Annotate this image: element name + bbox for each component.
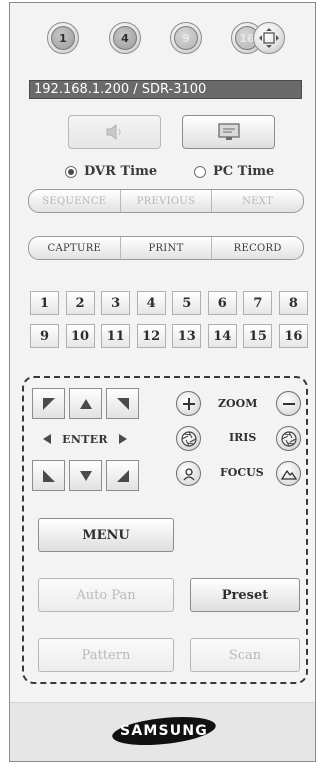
channel-button[interactable]: 10	[65, 324, 95, 348]
layout-4-button[interactable]: 4	[109, 22, 141, 54]
iris-close-button[interactable]	[276, 426, 301, 451]
pan-up-left-button[interactable]	[32, 388, 65, 419]
record-button[interactable]: RECORD	[212, 237, 303, 259]
footer: SAMSUNG	[10, 702, 315, 761]
layout-1-button[interactable]: 1	[47, 22, 79, 54]
arrow-right-icon	[118, 434, 127, 444]
pc-time-label: PC Time	[213, 164, 275, 179]
arrow-down-icon	[79, 470, 92, 481]
enter-label: ENTER	[62, 432, 108, 446]
zoom-out-button[interactable]	[276, 391, 301, 416]
channel-button[interactable]: 16	[278, 324, 308, 348]
logo-text: SAMSUNG	[120, 723, 208, 739]
layout-9-label: 9	[174, 26, 198, 50]
arrow-up-icon	[79, 398, 92, 409]
action-bar: CAPTURE PRINT RECORD	[28, 236, 304, 260]
display-button[interactable]	[182, 115, 275, 149]
audio-button[interactable]	[68, 115, 161, 149]
focus-label: FOCUS	[220, 466, 264, 479]
channel-grid: 1 2 3 4 5 6 7 8 9 10 11 12 13 14 15 16	[30, 291, 308, 357]
pan-up-right-button[interactable]	[106, 388, 139, 419]
channel-button[interactable]: 8	[278, 291, 308, 315]
enter-button[interactable]: ENTER	[32, 424, 138, 454]
focus-far-button[interactable]	[276, 461, 301, 486]
minus-icon	[282, 402, 295, 405]
zoom-in-button[interactable]	[176, 391, 201, 416]
iris-open-button[interactable]	[176, 426, 201, 451]
mountain-icon	[280, 469, 297, 480]
speaker-icon	[106, 123, 121, 141]
print-button[interactable]: PRINT	[121, 237, 213, 259]
auto-pan-button[interactable]: Auto Pan	[38, 578, 174, 612]
plus-icon	[182, 397, 195, 410]
dvr-time-label: DVR Time	[84, 164, 158, 179]
time-source-selector: DVR Time PC Time	[10, 163, 315, 181]
pc-time-radio[interactable]	[194, 166, 206, 178]
capture-button[interactable]: CAPTURE	[29, 237, 121, 259]
channel-button[interactable]: 9	[30, 324, 59, 348]
zoom-label: ZOOM	[218, 397, 258, 410]
layout-9-button[interactable]: 9	[170, 22, 202, 54]
arrow-up-left-icon	[42, 397, 55, 410]
layout-1-label: 1	[51, 26, 75, 50]
viewer-control-panel: 1 4 9 16 192.168.1.200 / SDR-3100 DVR Ti…	[9, 2, 316, 762]
channel-button[interactable]: 13	[172, 324, 202, 348]
arrow-up-right-icon	[116, 397, 129, 410]
preset-button[interactable]: Preset	[190, 578, 300, 612]
next-button[interactable]: NEXT	[212, 190, 303, 212]
pattern-button[interactable]: Pattern	[38, 638, 174, 672]
channel-button[interactable]: 7	[243, 291, 273, 315]
channel-row: 1 2 3 4 5 6 7 8	[30, 291, 308, 315]
channel-button[interactable]: 6	[207, 291, 237, 315]
dvr-time-radio[interactable]	[65, 166, 77, 178]
iris-label: IRIS	[229, 431, 257, 444]
arrow-down-left-icon	[42, 469, 55, 482]
sequence-button[interactable]: SEQUENCE	[29, 190, 121, 212]
layout-selector: 1 4 9 16	[10, 22, 315, 62]
channel-button[interactable]: 5	[172, 291, 202, 315]
menu-button[interactable]: MENU	[38, 518, 174, 552]
scan-button[interactable]: Scan	[190, 638, 300, 672]
tilt-up-button[interactable]	[69, 388, 102, 419]
person-icon	[183, 467, 194, 480]
channel-button[interactable]: 14	[207, 324, 237, 348]
channel-button[interactable]: 4	[136, 291, 166, 315]
channel-button[interactable]: 15	[243, 324, 273, 348]
channel-button[interactable]: 3	[101, 291, 131, 315]
previous-button[interactable]: PREVIOUS	[121, 190, 213, 212]
focus-near-button[interactable]	[176, 461, 201, 486]
layout-4-label: 4	[113, 26, 137, 50]
device-address-bar: 192.168.1.200 / SDR-3100	[29, 80, 302, 99]
channel-button[interactable]: 11	[101, 324, 131, 348]
pan-down-right-button[interactable]	[106, 460, 139, 491]
monitor-icon	[217, 123, 240, 140]
fullscreen-button[interactable]	[253, 22, 285, 54]
aperture-icon	[280, 430, 297, 447]
channel-button[interactable]: 2	[65, 291, 95, 315]
tilt-down-button[interactable]	[69, 460, 102, 491]
aperture-icon	[180, 430, 197, 447]
channel-row: 9 10 11 12 13 14 15 16	[30, 324, 308, 348]
channel-button[interactable]: 12	[136, 324, 166, 348]
arrow-down-right-icon	[116, 469, 129, 482]
ptz-control-area: ENTER ZOOM IRIS FOCUS MENU Auto Pan Pres…	[22, 376, 308, 684]
playback-bar: SEQUENCE PREVIOUS NEXT	[28, 189, 304, 213]
channel-button[interactable]: 1	[30, 291, 59, 315]
arrow-left-icon	[43, 434, 52, 444]
samsung-logo: SAMSUNG	[110, 714, 218, 748]
four-arrows-icon	[259, 28, 279, 48]
pan-down-left-button[interactable]	[32, 460, 65, 491]
